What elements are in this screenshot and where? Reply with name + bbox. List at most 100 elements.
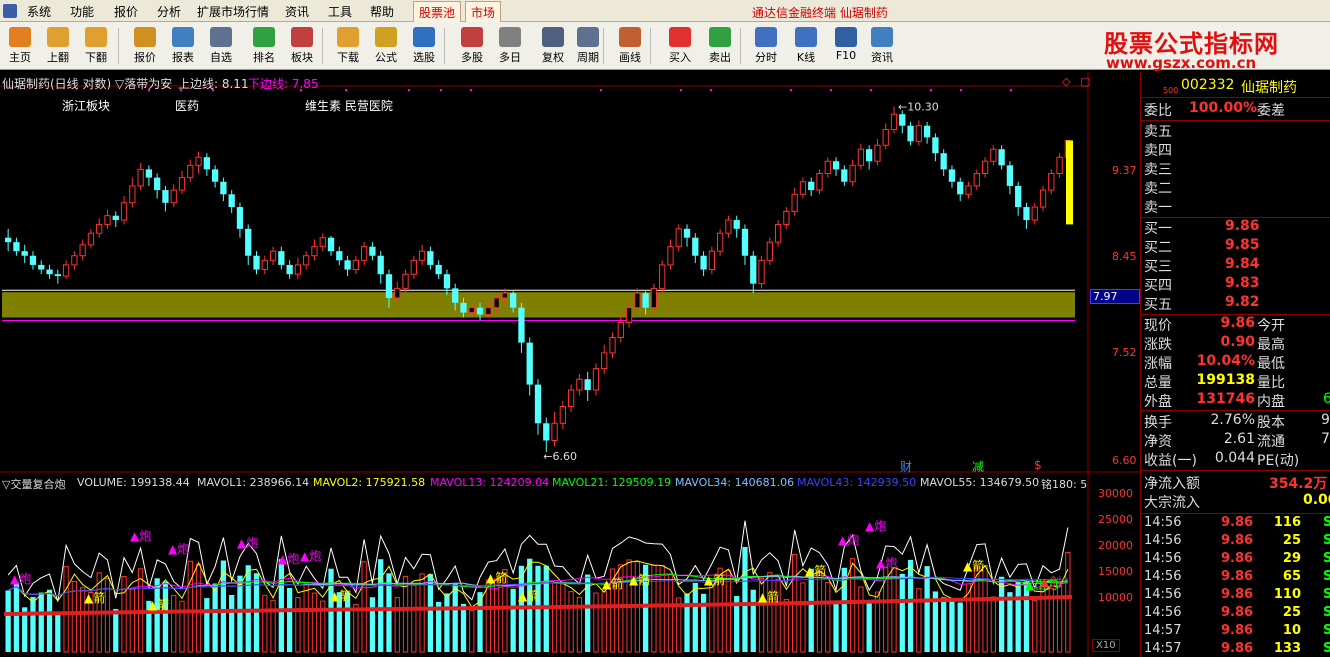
toolbar-button-stock-pick[interactable]: 选股 xyxy=(404,24,444,68)
finance-value-2: 9. xyxy=(1321,412,1330,428)
toolbar-button-intraday[interactable]: 分时 xyxy=(746,24,786,68)
volume-bar xyxy=(601,590,607,653)
volume-bar xyxy=(858,586,864,653)
menu-analysis[interactable]: 分析 xyxy=(157,3,181,20)
candle xyxy=(783,207,790,229)
toolbar-button-label: 卖出 xyxy=(709,51,731,64)
toolbar-button-formula[interactable]: 公式 xyxy=(366,24,406,68)
menu-extended-market[interactable]: 扩展市场行情 xyxy=(197,3,269,20)
candle xyxy=(112,211,119,228)
candle xyxy=(940,149,947,176)
price-axis-tick: 9.37 xyxy=(1112,164,1137,177)
toolbar-button-draw-line[interactable]: 画线 xyxy=(610,24,650,68)
menu-tools[interactable]: 工具 xyxy=(328,3,352,20)
candle xyxy=(882,123,889,150)
top-dot-marker xyxy=(790,89,792,91)
tick-time: 14:57 xyxy=(1144,623,1182,638)
window-restore-icon[interactable]: ▢ xyxy=(1080,75,1090,88)
menu-info[interactable]: 资讯 xyxy=(285,3,309,20)
stat-label: 内盘 xyxy=(1257,394,1285,410)
toolbar-button-multi-stock[interactable]: 多股 xyxy=(452,24,492,68)
volume-bar xyxy=(419,573,425,653)
volume-legend-item: VOLUME: 199138.44 xyxy=(77,476,190,489)
toolbar-button-arrow-up[interactable]: 上翻 xyxy=(38,24,78,68)
menu-bar: 系统 功能 报价 分析 扩展市场行情 资讯 工具 帮助 股票池 市场 通达信金融… xyxy=(0,0,1330,24)
toolbar-button-kline[interactable]: K线 xyxy=(786,24,826,68)
candle xyxy=(21,244,28,264)
candle xyxy=(319,233,326,252)
news-icon xyxy=(871,27,893,47)
tag-pharma: 医药 xyxy=(175,99,200,113)
buy-level-price: 9.86 xyxy=(1225,218,1260,234)
stat-label: 最高 xyxy=(1257,337,1285,353)
diamond-icon[interactable]: ◇ xyxy=(1062,75,1070,88)
menu-function[interactable]: 功能 xyxy=(70,3,94,20)
volume-bar xyxy=(427,574,434,652)
candle xyxy=(923,121,931,144)
buy-level-row: 买三 9.84 xyxy=(1141,256,1330,275)
chart-area[interactable]: ←10.30 ←6.60 ▲炮 ▲炮 ▲炮 ▲炮 ▲炮 ▲炮 ▲炮 ▲炮 ▲炮 ▲箭 ▲箭 ▲箭 ▲箭 ▲箭 ▲… xyxy=(0,72,1140,657)
home-icon xyxy=(9,27,31,47)
volume-bar xyxy=(692,582,698,652)
event-marker-reduce[interactable]: 减 xyxy=(972,458,984,475)
toolbar-button-report[interactable]: 报表 xyxy=(163,24,203,68)
volume-signal-label: ▲箭 xyxy=(758,589,779,604)
toolbar-button-f6[interactable]: 自选 xyxy=(201,24,241,68)
kline-chart[interactable]: ←10.30←6.60▲炮▲炮▲炮 ▲炮▲炮 ▲炮▲炮▲炮▲炮▲箭 ▲箭▲箭▲箭▲箭▲… xyxy=(0,72,1140,657)
menu-quote[interactable]: 报价 xyxy=(114,3,138,20)
event-marker-dividend[interactable]: $ xyxy=(1034,458,1042,472)
volume-bar xyxy=(46,589,53,652)
toolbar-button-arrow-down[interactable]: 下翻 xyxy=(76,24,116,68)
toolbar-button-f8[interactable]: 周期 xyxy=(568,24,608,68)
tick-time: 14:56 xyxy=(1144,515,1182,530)
tick-side: S xyxy=(1323,533,1330,548)
toolbar-button-buy[interactable]: 买入 xyxy=(660,24,700,68)
top-dot-marker xyxy=(600,89,602,91)
tab-stock-pool[interactable]: 股票池 xyxy=(413,1,462,24)
quote-stat-row: 涨幅 10.04% 最低 xyxy=(1141,353,1330,372)
candle xyxy=(816,169,823,195)
volume-signal-label: ▲炮 xyxy=(838,533,859,547)
candle xyxy=(170,184,177,208)
tick-side: S xyxy=(1323,551,1330,566)
candle xyxy=(708,246,716,275)
event-marker-finance[interactable]: 财 xyxy=(900,458,912,475)
toolbar-button-download[interactable]: 下载 xyxy=(328,24,368,68)
trade-tick-row: 14:56 9.86 29 S xyxy=(1141,551,1330,570)
toolbar-separator xyxy=(740,28,741,64)
volume-signal-label: ▲炮 xyxy=(865,519,886,533)
toolbar-button-f10[interactable]: F10 xyxy=(826,24,866,68)
quote-stat-row: 现价 9.86 今开 xyxy=(1141,315,1330,334)
net-inflow-value: 354.2万 xyxy=(1269,476,1328,492)
tab-market[interactable]: 市场 xyxy=(465,1,502,24)
candle xyxy=(104,209,111,229)
toolbar-button-ranking[interactable]: 排名 xyxy=(244,24,284,68)
stock-name: 仙琚制药 xyxy=(1241,80,1297,96)
candle xyxy=(286,260,293,279)
candle xyxy=(543,417,550,453)
candle xyxy=(137,162,144,191)
toolbar-button-blocks[interactable]: 板块 xyxy=(282,24,322,68)
candle xyxy=(344,255,351,277)
menu-help[interactable]: 帮助 xyxy=(370,3,394,20)
candle xyxy=(915,120,922,146)
candle xyxy=(534,379,542,435)
volume-bar xyxy=(659,565,665,653)
price-axis-tick: 8.45 xyxy=(1112,250,1137,263)
toolbar-button-clock[interactable]: 多日 xyxy=(490,24,530,68)
toolbar-button-yen[interactable]: 报价 xyxy=(125,24,165,68)
volume-legend-item: MAVOL1: 238966.14 xyxy=(197,476,310,489)
toolbar-button-sell[interactable]: 卖出 xyxy=(700,24,740,68)
candle xyxy=(1039,185,1047,212)
toolbar-button-restore[interactable]: 复权 xyxy=(533,24,573,68)
candle xyxy=(824,157,831,178)
volume-bar xyxy=(1040,582,1046,653)
toolbar-button-news[interactable]: 资讯 xyxy=(862,24,902,68)
menu-system[interactable]: 系统 xyxy=(27,3,51,20)
candle xyxy=(932,133,939,162)
volume-signal-label: ▲箭 xyxy=(330,588,351,603)
intraday-icon xyxy=(755,27,777,47)
toolbar-button-home[interactable]: 主页 xyxy=(0,24,40,68)
candle xyxy=(311,239,318,261)
volume-bar xyxy=(725,569,732,653)
